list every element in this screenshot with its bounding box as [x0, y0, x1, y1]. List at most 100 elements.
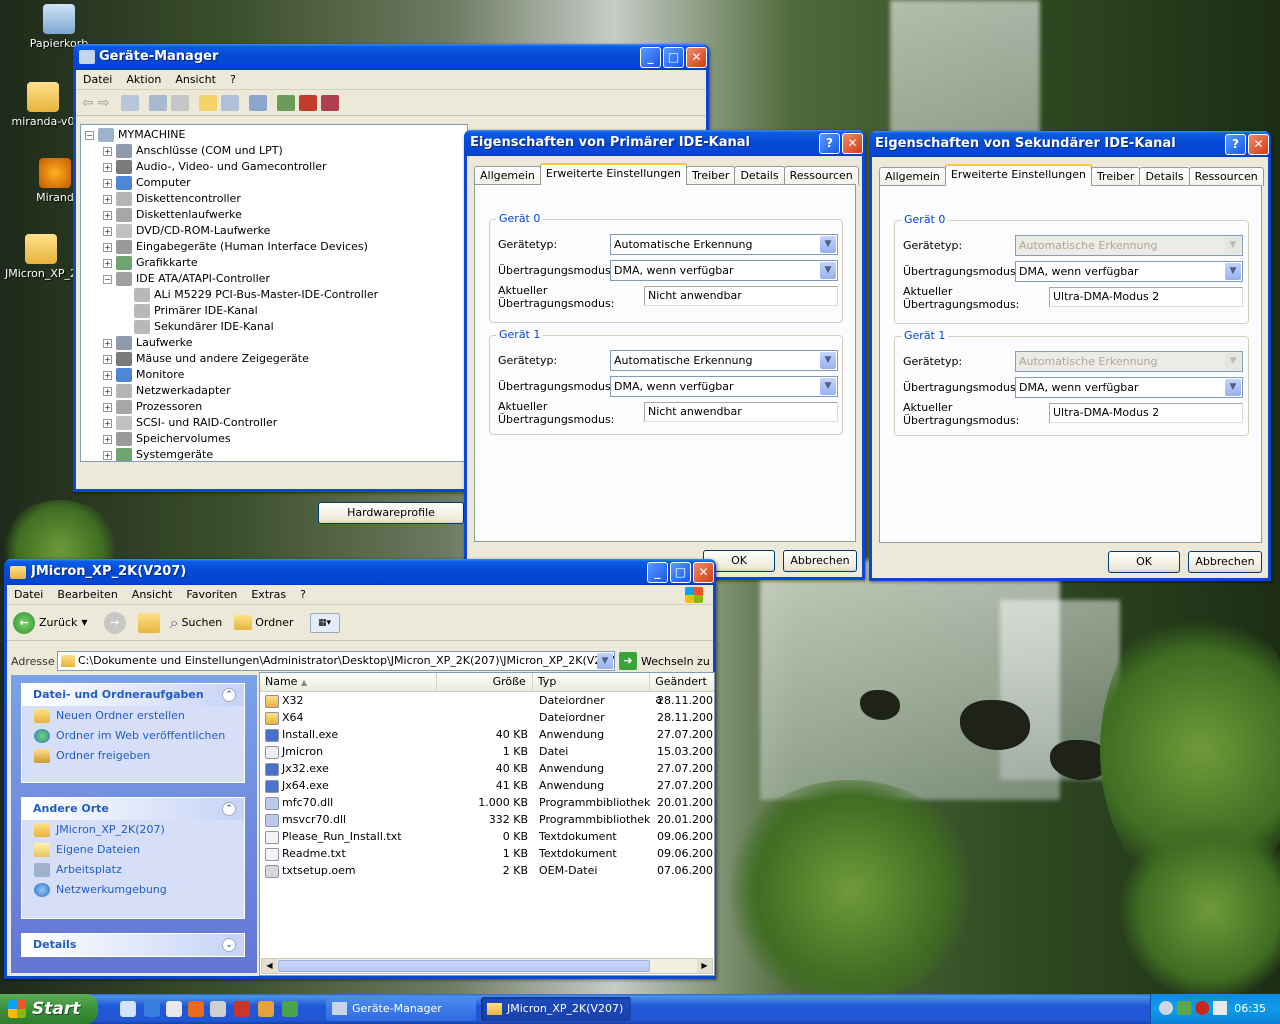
show-hide-tree-icon[interactable]	[121, 94, 140, 111]
tray-icon-1[interactable]	[1159, 1001, 1173, 1015]
tree-item[interactable]: + DVD/CD-ROM-Laufwerke	[85, 223, 467, 239]
place-my-computer[interactable]: Arbeitsplatz	[22, 860, 244, 880]
forward-button[interactable]: →	[103, 611, 126, 634]
update-driver-icon[interactable]	[277, 94, 296, 111]
file-row[interactable]: mfc70.dll 1.000 KB Programmbibliothek 20.01…	[260, 794, 714, 811]
quicklaunch-icon-7[interactable]	[258, 1001, 274, 1017]
device-0-transfer-mode-select[interactable]: DMA, wenn verfügbar ▼	[610, 260, 838, 281]
details-header[interactable]: Details ⌄	[22, 934, 244, 956]
cancel-button[interactable]: Abbrechen	[783, 550, 857, 572]
expand-toggle[interactable]: +	[103, 402, 112, 412]
maximize-button[interactable]: □	[670, 561, 691, 583]
close-button[interactable]: ✕	[842, 132, 863, 154]
device-tree[interactable]: − MYMACHINE + Anschlüsse (COM und LPT) + Aud…	[80, 124, 468, 462]
views-button[interactable]: ▦▾	[309, 612, 340, 633]
help-icon[interactable]	[199, 94, 218, 111]
cancel-button[interactable]: Abbrechen	[1188, 551, 1262, 573]
tree-item[interactable]: + Monitore	[85, 367, 467, 383]
file-row[interactable]: Please_Run_Install.txt 0 KB Textdokument 09…	[260, 828, 714, 845]
scroll-right-icon[interactable]: ▶	[697, 959, 712, 973]
minimize-button[interactable]: _	[640, 46, 661, 68]
print-icon[interactable]	[171, 94, 190, 111]
tab-allgemein[interactable]: Allgemein	[474, 166, 541, 185]
expand-toggle[interactable]: +	[103, 354, 112, 364]
menu-extras[interactable]: Extras	[244, 588, 293, 601]
tab-details[interactable]: Details	[734, 166, 785, 185]
column-header-type[interactable]: Typ	[533, 673, 651, 691]
forward-arrow-icon[interactable]: ⇨	[98, 95, 110, 111]
file-row[interactable]: txtsetup.oem 2 KB OEM-Datei 07.06.2005	[260, 862, 714, 879]
file-row[interactable]: Readme.txt 1 KB Textdokument 09.06.2005	[260, 845, 714, 862]
firefox-icon[interactable]	[188, 1001, 204, 1017]
device-1-type-select[interactable]: Automatische Erkennung ▼	[610, 350, 838, 371]
back-arrow-icon[interactable]: ⇦	[82, 95, 94, 111]
address-input[interactable]: C:\Dokumente und Einstellungen\Administr…	[57, 651, 615, 671]
tray-icon-4[interactable]	[1213, 1001, 1227, 1015]
tree-item[interactable]: + Grafikkarte	[85, 255, 467, 271]
file-list[interactable]: Name ▲ Größe Typ Geändert a X32 Dateiordn…	[259, 672, 715, 976]
tree-item-ide-child[interactable]: ALi M5229 PCI-Bus-Master-IDE-Controller	[85, 287, 467, 303]
tree-root[interactable]: − MYMACHINE	[85, 127, 467, 143]
uninstall-icon[interactable]	[299, 94, 318, 111]
device-0-transfer-mode-select[interactable]: DMA, wenn verfügbar ▼	[1015, 261, 1243, 282]
tab-allgemein[interactable]: Allgemein	[879, 167, 946, 186]
primary-ide-titlebar[interactable]: Eigenschaften von Primärer IDE-Kanal ? ✕	[464, 130, 865, 156]
tree-item[interactable]: + Speichervolumes	[85, 431, 467, 447]
search-button[interactable]: ⌕ Suchen	[170, 613, 223, 633]
menu-favoriten[interactable]: Favoriten	[179, 588, 244, 601]
tab-erweiterte-einstellungen[interactable]: Erweiterte Einstellungen	[944, 164, 1092, 186]
tree-item[interactable]: + Diskettencontroller	[85, 191, 467, 207]
expand-toggle[interactable]: +	[103, 226, 112, 236]
place-network[interactable]: Netzwerkumgebung	[22, 880, 244, 900]
expand-toggle[interactable]: +	[103, 162, 112, 172]
other-places-header[interactable]: Andere Orte ⌃	[22, 798, 244, 820]
menu-aktion[interactable]: Aktion	[119, 73, 168, 86]
menu-ansicht[interactable]: Ansicht	[125, 588, 180, 601]
tab-treiber[interactable]: Treiber	[685, 166, 736, 185]
ie-icon[interactable]	[144, 1001, 160, 1017]
tree-item-ide-child[interactable]: Sekundärer IDE-Kanal	[85, 319, 467, 335]
properties-icon[interactable]	[149, 94, 168, 111]
taskbar-explorer[interactable]: JMicron_XP_2K(V207)	[481, 997, 631, 1021]
expand-toggle[interactable]: +	[103, 434, 112, 444]
tree-item[interactable]: + Anschlüsse (COM und LPT)	[85, 143, 467, 159]
tray-icon-2[interactable]	[1177, 1001, 1191, 1015]
device-1-transfer-mode-select[interactable]: DMA, wenn verfügbar ▼	[1015, 377, 1243, 398]
horizontal-scrollbar[interactable]: ◀ ▶	[261, 958, 713, 974]
view-icon[interactable]	[221, 94, 240, 111]
explorer-titlebar[interactable]: JMicron_XP_2K(V207) _ □ ✕	[4, 559, 716, 585]
tree-item[interactable]: + Mäuse und andere Zeigegeräte	[85, 351, 467, 367]
expand-toggle[interactable]: +	[103, 210, 112, 220]
start-button[interactable]: Start	[0, 994, 98, 1024]
tray-icon-3[interactable]	[1195, 1001, 1209, 1015]
chevron-down-icon[interactable]: ▼	[597, 653, 613, 669]
tab-treiber[interactable]: Treiber	[1090, 167, 1141, 186]
file-row[interactable]: X32 Dateiordner 28.11.2005	[260, 692, 714, 709]
file-row[interactable]: msvcr70.dll 332 KB Programmbibliothek 20.01…	[260, 811, 714, 828]
help-button[interactable]: ?	[819, 132, 840, 154]
folder-up-icon[interactable]	[137, 612, 160, 633]
menu-help[interactable]: ?	[293, 588, 313, 601]
tree-item[interactable]: + Diskettenlaufwerke	[85, 207, 467, 223]
file-row[interactable]: Jx32.exe 40 KB Anwendung 27.07.2005	[260, 760, 714, 777]
maximize-button[interactable]: □	[663, 46, 684, 68]
tree-item[interactable]: + Netzwerkadapter	[85, 383, 467, 399]
media-player-icon[interactable]	[166, 1001, 182, 1017]
quicklaunch-icon-6[interactable]	[234, 1001, 250, 1017]
expand-toggle[interactable]: +	[103, 258, 112, 268]
hardware-profiles-button[interactable]: Hardwareprofile	[318, 502, 464, 524]
device-manager-titlebar[interactable]: Geräte-Manager _ □ ✕	[73, 44, 709, 70]
expand-toggle[interactable]: +	[103, 450, 112, 460]
menu-bearbeiten[interactable]: Bearbeiten	[50, 588, 124, 601]
tab-erweiterte-einstellungen[interactable]: Erweiterte Einstellungen	[539, 163, 687, 185]
column-header-size[interactable]: Größe	[437, 673, 533, 691]
scroll-thumb[interactable]	[278, 960, 650, 972]
expand-toggle[interactable]: +	[103, 338, 112, 348]
tree-item[interactable]: + Laufwerke	[85, 335, 467, 351]
tab-ressourcen[interactable]: Ressourcen	[1188, 167, 1264, 186]
tree-item[interactable]: − IDE ATA/ATAPI-Controller	[85, 271, 467, 287]
tree-item[interactable]: + Audio-, Video- und Gamecontroller	[85, 159, 467, 175]
expand-toggle[interactable]: +	[103, 370, 112, 380]
file-row[interactable]: X64 Dateiordner 28.11.2005	[260, 709, 714, 726]
task-publish-web[interactable]: Ordner im Web veröffentlichen	[22, 726, 244, 746]
